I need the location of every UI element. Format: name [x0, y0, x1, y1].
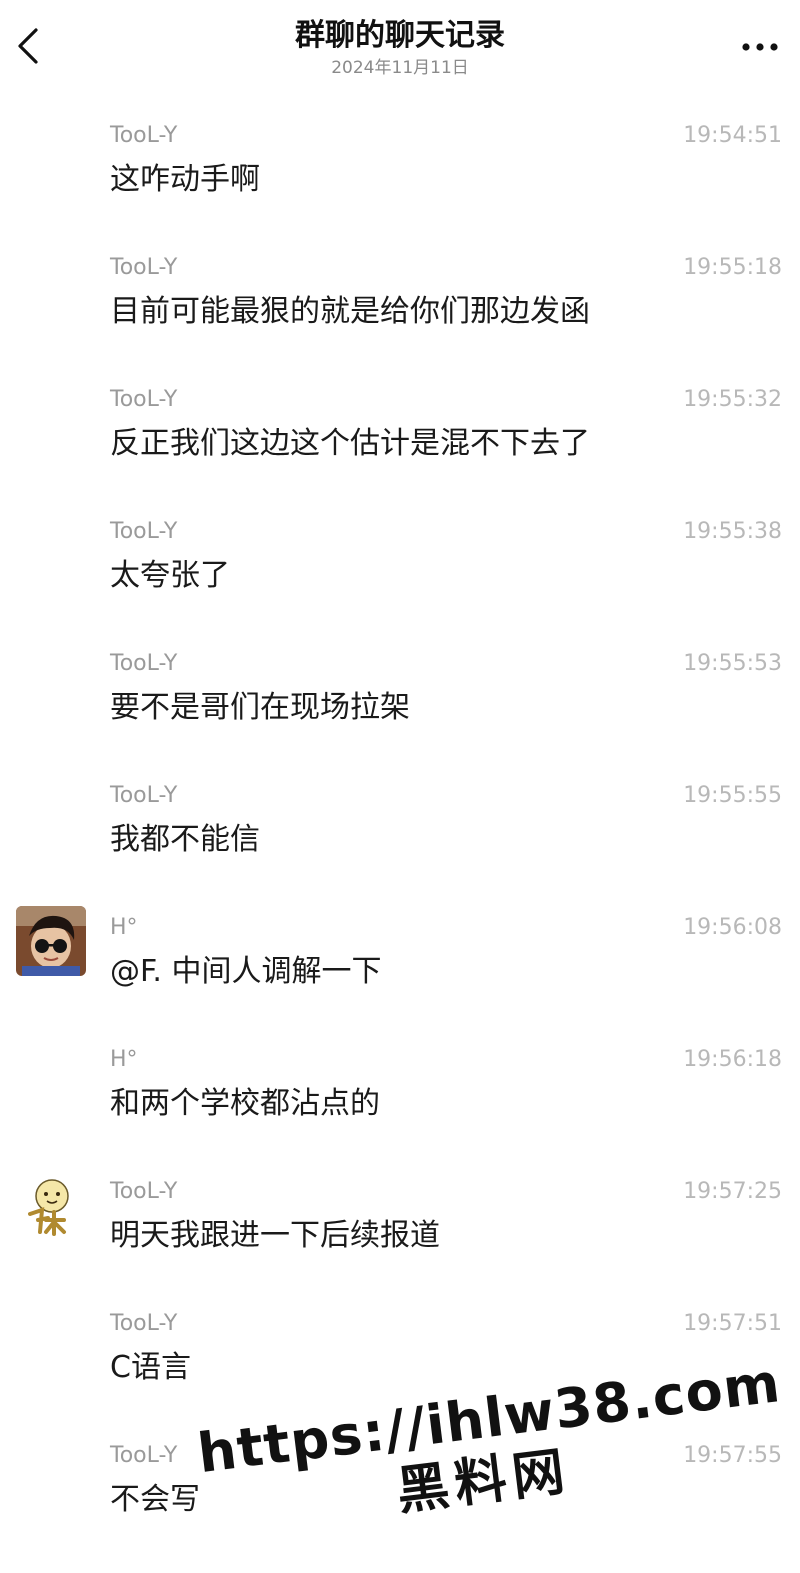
message-item: TooL-Y 19:55:38 太夸张了 [0, 506, 800, 638]
person-photo-icon [16, 906, 86, 976]
message-text: @F. 中间人调解一下 [110, 954, 382, 989]
chat-header: 群聊的聊天记录 2024年11月11日 [0, 0, 800, 96]
message-time: 19:55:38 [683, 519, 782, 544]
message-sender: H° [110, 915, 138, 940]
message-time: 19:57:25 [683, 1179, 782, 1204]
message-time: 19:55:18 [683, 255, 782, 280]
message-sender: H° [110, 1047, 138, 1072]
message-sender: TooL-Y [110, 123, 178, 148]
message-time: 19:56:08 [683, 915, 782, 940]
message-item: TooL-Y 19:57:55 不会写 [0, 1430, 800, 1562]
message-item: TooL-Y 19:54:51 这咋动手啊 [0, 110, 800, 242]
message-text: 这咋动手啊 [110, 162, 260, 197]
message-text: 和两个学校都沾点的 [110, 1086, 380, 1121]
message-item: TooL-Y 19:55:53 要不是哥们在现场拉架 [0, 638, 800, 770]
photo-avatar[interactable] [16, 906, 86, 976]
message-time: 19:57:55 [683, 1443, 782, 1468]
cartoon-character-icon [16, 1170, 86, 1240]
message-text: 不会写 [110, 1482, 200, 1517]
title-block: 群聊的聊天记录 2024年11月11日 [0, 16, 800, 80]
message-item: H° 19:56:08 @F. 中间人调解一下 [0, 902, 800, 1034]
message-item: TooL-Y 19:57:25 明天我跟进一下后续报道 [0, 1166, 800, 1298]
message-item: TooL-Y 19:55:55 我都不能信 [0, 770, 800, 902]
message-text: 目前可能最狠的就是给你们那边发函 [110, 294, 590, 329]
message-list: TooL-Y 19:54:51 这咋动手啊 TooL-Y 19:55:18 目前… [0, 110, 800, 1562]
message-sender: TooL-Y [110, 783, 178, 808]
message-sender: TooL-Y [110, 651, 178, 676]
page-date: 2024年11月11日 [331, 58, 469, 78]
message-item: TooL-Y 19:55:32 反正我们这边这个估计是混不下去了 [0, 374, 800, 506]
message-sender: TooL-Y [110, 387, 178, 412]
message-sender: TooL-Y [110, 1179, 178, 1204]
message-item: TooL-Y 19:55:18 目前可能最狠的就是给你们那边发函 [0, 242, 800, 374]
message-sender: TooL-Y [110, 255, 178, 280]
message-time: 19:55:53 [683, 651, 782, 676]
more-button[interactable] [740, 30, 780, 60]
more-dots-icon [742, 43, 778, 51]
message-text: 太夸张了 [110, 558, 230, 593]
message-time: 19:54:51 [683, 123, 782, 148]
message-sender: TooL-Y [110, 519, 178, 544]
message-item: H° 19:56:18 和两个学校都沾点的 [0, 1034, 800, 1166]
message-item: TooL-Y 19:57:51 C语言 [0, 1298, 800, 1430]
message-time: 19:55:32 [683, 387, 782, 412]
message-time: 19:57:51 [683, 1311, 782, 1336]
message-text: 要不是哥们在现场拉架 [110, 690, 410, 725]
message-time: 19:56:18 [683, 1047, 782, 1072]
message-text: 明天我跟进一下后续报道 [110, 1218, 440, 1253]
message-text: 反正我们这边这个估计是混不下去了 [110, 426, 590, 461]
message-sender: TooL-Y [110, 1311, 178, 1336]
message-text: 我都不能信 [110, 822, 260, 857]
cartoon-avatar[interactable] [16, 1170, 86, 1240]
page-title: 群聊的聊天记录 [295, 18, 505, 53]
message-sender: TooL-Y [110, 1443, 178, 1468]
message-time: 19:55:55 [683, 783, 782, 808]
message-text: C语言 [110, 1350, 191, 1385]
